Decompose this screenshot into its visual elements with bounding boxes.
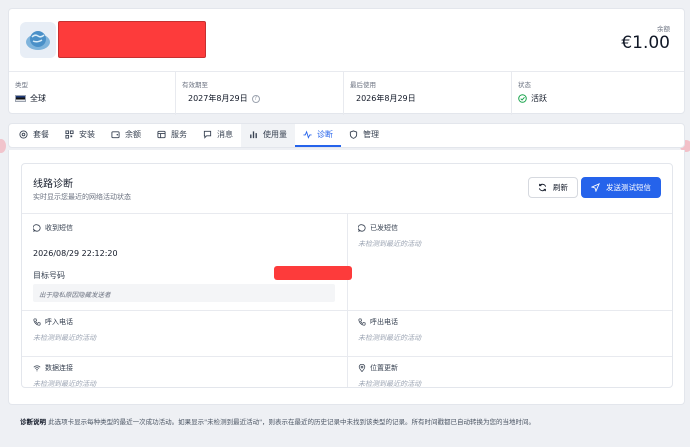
- incoming-call-icon: [33, 318, 41, 326]
- data-connection-title: 数据连接: [45, 364, 73, 372]
- tab-balance[interactable]: 余额: [103, 124, 149, 147]
- line-diagnostics-panel: 线路诊断 实时显示您最近的网络活动状态 刷新 发送测试短信 收到短信 2026/…: [21, 163, 673, 388]
- grid-icon: [157, 130, 166, 139]
- tab-messages[interactable]: 消息: [195, 124, 241, 147]
- tab-diagnostics[interactable]: 诊断: [295, 124, 341, 147]
- data-connection-cell: 数据连接 未检测到最近的活动: [33, 363, 96, 389]
- info-status-label: 状态: [518, 81, 531, 89]
- footnote-text: 此选项卡显示每种类型的最近一次成功活动。如果显示"未检测到最近活动"，则表示在最…: [48, 418, 536, 426]
- tab-services[interactable]: 服务: [149, 124, 195, 147]
- outgoing-call-status: 未检测到最近的活动: [358, 334, 421, 342]
- tab-usage-label: 使用量: [263, 130, 287, 139]
- tab-package[interactable]: 套餐: [11, 124, 57, 147]
- globe-logo-icon: [20, 22, 56, 58]
- hidden-sender-note: 出于隐私原因隐藏发送者: [33, 284, 335, 302]
- tab-services-label: 服务: [171, 130, 187, 139]
- send-icon: [591, 183, 600, 192]
- wifi-icon: [33, 364, 41, 372]
- tab-diagnostics-label: 诊断: [317, 130, 333, 139]
- info-type-label: 类型: [15, 81, 28, 89]
- location-update-title: 位置更新: [370, 364, 398, 372]
- tab-manage[interactable]: 管理: [341, 124, 387, 147]
- sent-sms-status: 未检测到最近的活动: [358, 240, 421, 248]
- shield-icon: [349, 130, 358, 139]
- tab-usage[interactable]: 使用量: [241, 124, 295, 147]
- data-connection-status: 未检测到最近的活动: [33, 380, 96, 388]
- send-test-sms-label: 发送测试短信: [606, 183, 651, 192]
- received-sms-title: 收到短信: [45, 224, 73, 232]
- redacted-target-number: [274, 266, 352, 280]
- esim-header-card: 余额 €1.00 类型 全球 有效期至 2027年8月29日 ? 最后使用 20…: [8, 8, 686, 115]
- outgoing-call-icon: [358, 318, 366, 326]
- refresh-button[interactable]: 刷新: [528, 177, 578, 198]
- location-update-cell: 位置更新 未检测到最近的活动: [358, 363, 421, 389]
- info-status: 状态 活跃: [511, 71, 686, 115]
- balance-value: €1.00: [621, 33, 670, 53]
- panel-title: 线路诊断: [33, 179, 73, 190]
- message-icon: [203, 130, 212, 139]
- info-last-used: 最后使用 2026年8月29日: [343, 71, 511, 115]
- bar-chart-icon: [249, 130, 258, 139]
- received-sms-timestamp: 2026/08/29 22:12:20: [33, 249, 118, 258]
- check-circle-icon: [518, 94, 527, 103]
- tab-install-label: 安装: [79, 130, 95, 139]
- info-expiry: 有效期至 2027年8月29日 ?: [175, 71, 343, 115]
- incoming-call-cell: 呼入电话 未检测到最近的活动: [33, 317, 96, 343]
- outgoing-call-cell: 呼出电话 未检测到最近的活动: [358, 317, 421, 343]
- diagnostics-content: 线路诊断 实时显示您最近的网络活动状态 刷新 发送测试短信 收到短信 2026/…: [8, 150, 685, 405]
- refresh-label: 刷新: [553, 183, 568, 192]
- balance-label: 余额: [657, 25, 670, 33]
- target-number-label: 目标号码: [33, 271, 65, 280]
- tab-install[interactable]: 安装: [57, 124, 103, 147]
- package-icon: [19, 130, 28, 139]
- tab-balance-label: 余额: [125, 130, 141, 139]
- send-test-sms-button[interactable]: 发送测试短信: [581, 177, 661, 198]
- message-icon: [33, 224, 41, 232]
- sent-sms-title: 已发短信: [370, 224, 398, 232]
- help-icon[interactable]: ?: [251, 94, 260, 103]
- incoming-call-title: 呼入电话: [45, 318, 73, 326]
- tab-package-label: 套餐: [33, 130, 49, 139]
- location-update-status: 未检测到最近的活动: [358, 380, 421, 388]
- info-status-value: 活跃: [531, 94, 547, 103]
- incoming-call-status: 未检测到最近的活动: [33, 334, 96, 342]
- info-type-value: 全球: [30, 94, 46, 103]
- info-last-used-label: 最后使用: [350, 81, 376, 89]
- info-expiry-label: 有效期至: [182, 81, 208, 89]
- redacted-plan-name: [58, 21, 206, 58]
- flag-icon: [15, 95, 26, 102]
- refresh-icon: [538, 183, 547, 192]
- activity-icon: [303, 130, 312, 139]
- wallet-icon: [111, 130, 120, 139]
- tab-manage-label: 管理: [363, 130, 379, 139]
- location-pin-icon: [358, 364, 366, 372]
- side-handle-left[interactable]: [0, 139, 6, 153]
- qr-code-icon: [65, 130, 74, 139]
- message-icon: [358, 224, 366, 232]
- outgoing-call-title: 呼出电话: [370, 318, 398, 326]
- info-last-used-value: 2026年8月29日: [356, 94, 416, 103]
- tab-messages-label: 消息: [217, 130, 233, 139]
- sent-sms-cell: 已发短信 未检测到最近的活动: [358, 223, 421, 249]
- received-sms-cell: 收到短信: [33, 223, 73, 233]
- panel-subtitle: 实时显示您最近的网络活动状态: [33, 193, 131, 201]
- info-expiry-value: 2027年8月29日: [188, 94, 248, 103]
- tab-bar: 套餐 安装 余额 服务 消息 使用量 诊断 管理: [8, 123, 685, 148]
- footnote-heading: 诊断说明: [20, 418, 46, 426]
- info-type: 类型 全球: [9, 71, 175, 115]
- diagnostics-footnote: 诊断说明 此选项卡显示每种类型的最近一次成功活动。如果显示"未检测到最近活动"，…: [20, 416, 535, 426]
